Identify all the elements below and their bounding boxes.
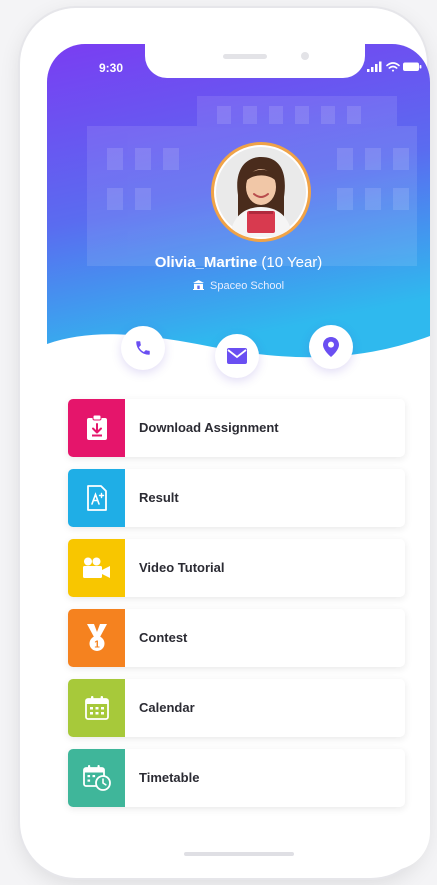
menu-label: Result (139, 490, 179, 505)
video-camera-icon (82, 557, 110, 578)
front-camera (301, 52, 309, 60)
email-button[interactable] (215, 334, 259, 378)
menu-icon-tile (68, 679, 125, 737)
status-icons (367, 61, 422, 72)
menu-label: Video Tutorial (139, 560, 225, 575)
menu-icon-tile (68, 469, 125, 527)
school-name: Spaceo School (210, 280, 285, 292)
profile-name: Olivia_Martine (10 Year) (47, 254, 430, 271)
student-age: (10 Year) (261, 254, 323, 271)
location-button[interactable] (309, 325, 353, 369)
wifi-icon (386, 62, 400, 72)
result-document-icon (86, 485, 107, 511)
menu-label: Download Assignment (139, 420, 279, 435)
profile-header: 9:30 Olivia_Martine (10 Year) Spaceo Sch… (47, 44, 430, 374)
feature-menu: Download Assignment Result Video Tutoria… (68, 399, 405, 819)
menu-icon-tile (68, 399, 125, 457)
phone-frame: 9:30 Olivia_Martine (10 Year) Spaceo Sch… (20, 8, 430, 878)
student-name: Olivia_Martine (154, 254, 258, 271)
menu-label: Contest (139, 630, 188, 645)
call-button[interactable] (121, 326, 165, 370)
menu-icon-tile: 1 (68, 609, 125, 667)
menu-icon-tile (68, 539, 125, 597)
signal-icon (367, 61, 382, 72)
status-time: 9:30 (99, 61, 124, 75)
battery-icon (403, 62, 422, 71)
clipboard-download-icon (86, 415, 107, 440)
location-pin-icon (323, 337, 339, 357)
speaker-grille (223, 54, 267, 59)
calendar-icon (84, 696, 109, 720)
svg-text:1: 1 (94, 640, 100, 651)
school-line: Spaceo School (47, 280, 430, 292)
menu-item-download-assignment[interactable]: Download Assignment (68, 399, 405, 457)
timetable-icon (82, 765, 111, 791)
menu-item-result[interactable]: Result (68, 469, 405, 527)
menu-icon-tile (68, 749, 125, 807)
menu-label: Timetable (139, 770, 200, 785)
avatar-portrait (216, 147, 306, 237)
menu-label: Calendar (139, 700, 195, 715)
mail-icon (227, 348, 247, 364)
menu-item-timetable[interactable]: Timetable (68, 749, 405, 807)
menu-item-contest[interactable]: 1 Contest (68, 609, 405, 667)
phone-icon (136, 341, 150, 355)
menu-item-video-tutorial[interactable]: Video Tutorial (68, 539, 405, 597)
menu-item-calendar[interactable]: Calendar (68, 679, 405, 737)
device-notch (145, 44, 365, 78)
avatar[interactable] (211, 142, 311, 242)
home-indicator[interactable] (184, 852, 294, 856)
app-screen: 9:30 Olivia_Martine (10 Year) Spaceo Sch… (47, 44, 430, 870)
medal-icon: 1 (86, 624, 107, 651)
school-building-icon (192, 280, 204, 290)
